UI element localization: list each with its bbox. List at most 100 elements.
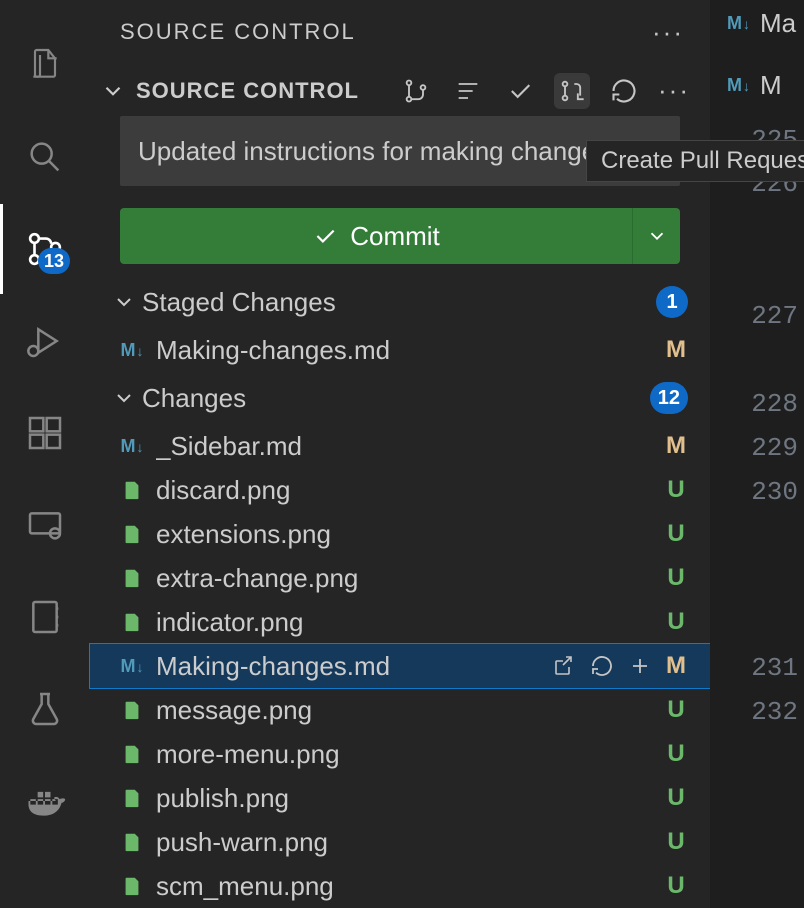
file-row[interactable]: discard.png U [90,468,710,512]
check-icon [312,223,338,249]
file-row[interactable]: publish.pngU [90,776,710,820]
files-icon [25,45,65,85]
file-name: extensions.png [156,519,652,550]
commit-dropdown-button[interactable] [632,208,680,264]
notebook-icon [25,597,65,637]
line-number: 227 [751,294,798,338]
file-name: message.png [156,695,652,726]
image-icon [120,831,144,853]
markdown-icon: M↓ [120,436,144,457]
changes-count: 12 [650,382,688,414]
commit-button[interactable]: Commit [120,208,632,264]
open-file-icon [552,654,576,678]
file-status: U [664,476,688,504]
debug-icon [25,321,65,361]
section-more-button[interactable]: ··· [658,75,690,106]
refresh-button[interactable] [606,73,642,109]
file-status: U [664,784,688,812]
line-number: 231 [751,646,798,690]
create-pr-button[interactable] [554,73,590,109]
file-status: U [664,872,688,900]
extensions-icon [25,413,65,453]
pull-request-icon [558,77,586,105]
notebook-tab[interactable] [0,572,90,662]
chevron-down-icon [646,225,668,247]
image-icon [120,611,144,633]
line-number: 232 [751,690,798,734]
remote-tab[interactable] [0,480,90,570]
markdown-icon: M↓ [727,75,750,96]
repo-section-title: SOURCE CONTROL [136,78,388,104]
line-number [751,250,798,294]
line-number: 228 [751,382,798,426]
repo-section-header[interactable]: SOURCE CONTROL ··· [90,65,710,117]
line-number [751,602,798,646]
refresh-icon [610,77,638,105]
line-number-gutter: 225226227228229230231232 [751,118,798,734]
file-name: push-warn.png [156,827,652,858]
file-row[interactable]: push-warn.png U [90,820,710,864]
markdown-icon: M↓ [120,656,144,677]
file-row[interactable]: extra-change.pngU [90,556,710,600]
image-icon [120,523,144,545]
panel-more-button[interactable]: ··· [652,17,684,48]
file-row[interactable]: indicator.pngU [90,600,710,644]
editor-area: M↓ Ma M↓ M 225226227228229230231232 [710,0,804,908]
file-status: M [664,432,688,460]
branch-view-button[interactable] [398,73,434,109]
extensions-tab[interactable] [0,388,90,478]
search-icon [25,137,65,177]
editor-tab[interactable]: M↓ Ma [727,8,796,39]
search-tab[interactable] [0,112,90,202]
file-name: _Sidebar.md [156,431,652,462]
staged-count: 1 [656,286,688,318]
line-number [751,514,798,558]
file-row[interactable]: more-menu.pngU [90,732,710,776]
line-number: 229 [751,426,798,470]
view-mode-button[interactable] [450,73,486,109]
stage-button[interactable] [628,654,652,678]
tooltip: Create Pull Request [586,140,804,182]
file-row[interactable]: scm_menu.pngU [90,864,710,908]
file-row[interactable]: M↓Making-changes.mdM [90,328,710,372]
staged-group-header[interactable]: Staged Changes 1 [90,276,710,328]
editor-tab-2[interactable]: M↓ M [727,70,782,101]
image-icon [120,787,144,809]
explorer-tab[interactable] [0,20,90,110]
open-file-button[interactable] [552,654,576,678]
tab-label: M [760,70,782,101]
file-name: discard.png [156,475,652,506]
file-row[interactable]: M↓ _Sidebar.md M [90,424,710,468]
file-name: indicator.png [156,607,652,638]
image-icon [120,479,144,501]
commit-check-button[interactable] [502,73,538,109]
line-number [751,206,798,250]
panel-header: SOURCE CONTROL ··· [90,0,710,65]
chevron-down-icon [112,386,136,410]
line-number [751,558,798,602]
line-number [751,338,798,382]
section-actions: ··· [398,73,690,109]
docker-tab[interactable] [0,756,90,846]
tab-label: Ma [760,8,796,39]
scm-badge: 13 [38,248,70,274]
panel-title: SOURCE CONTROL [120,19,356,45]
run-debug-tab[interactable] [0,296,90,386]
file-status: U [664,564,688,592]
file-row[interactable]: message.pngU [90,688,710,732]
source-control-tab[interactable]: 13 [0,204,90,294]
chevron-down-icon [112,290,136,314]
staged-file-list: M↓Making-changes.mdM [90,328,710,372]
file-status: M [664,652,688,680]
changes-group-header[interactable]: Changes 12 [90,372,710,424]
testing-tab[interactable] [0,664,90,754]
image-icon [120,699,144,721]
git-branch-icon [402,77,430,105]
file-status: U [664,828,688,856]
commit-area: Updated instructions for making changes … [90,116,710,264]
changes-file-list: M↓ _Sidebar.md Mdiscard.png Uextensions.png… [90,424,710,908]
markdown-icon: M↓ [120,340,144,361]
file-row[interactable]: extensions.pngU [90,512,710,556]
file-row[interactable]: M↓Making-changes.mdM [90,644,710,688]
discard-button[interactable] [590,654,614,678]
